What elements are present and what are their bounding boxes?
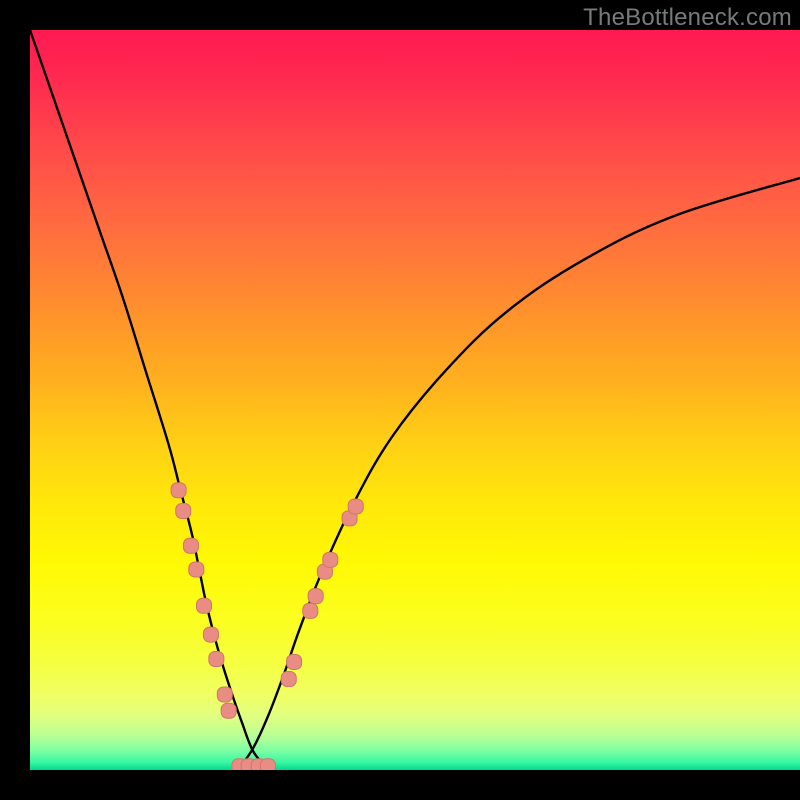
curve-group xyxy=(30,30,800,770)
data-marker xyxy=(308,589,323,604)
data-marker xyxy=(348,499,363,514)
data-marker xyxy=(183,538,198,553)
data-marker xyxy=(176,504,191,519)
chart-frame: TheBottleneck.com xyxy=(0,0,800,800)
data-marker xyxy=(221,703,236,718)
data-marker xyxy=(323,552,338,567)
data-marker xyxy=(189,562,204,577)
data-marker xyxy=(217,687,232,702)
right-curve xyxy=(238,178,800,770)
data-marker xyxy=(171,483,186,498)
watermark-text: TheBottleneck.com xyxy=(583,4,792,32)
data-marker xyxy=(197,598,212,613)
data-marker xyxy=(203,627,218,642)
left-curve xyxy=(30,30,269,770)
marker-group xyxy=(171,483,363,770)
plot-area xyxy=(30,30,800,770)
data-marker xyxy=(281,671,296,686)
curve-layer xyxy=(30,30,800,770)
data-marker xyxy=(209,652,224,667)
data-marker xyxy=(287,654,302,669)
data-marker xyxy=(260,759,275,770)
data-marker xyxy=(303,603,318,618)
